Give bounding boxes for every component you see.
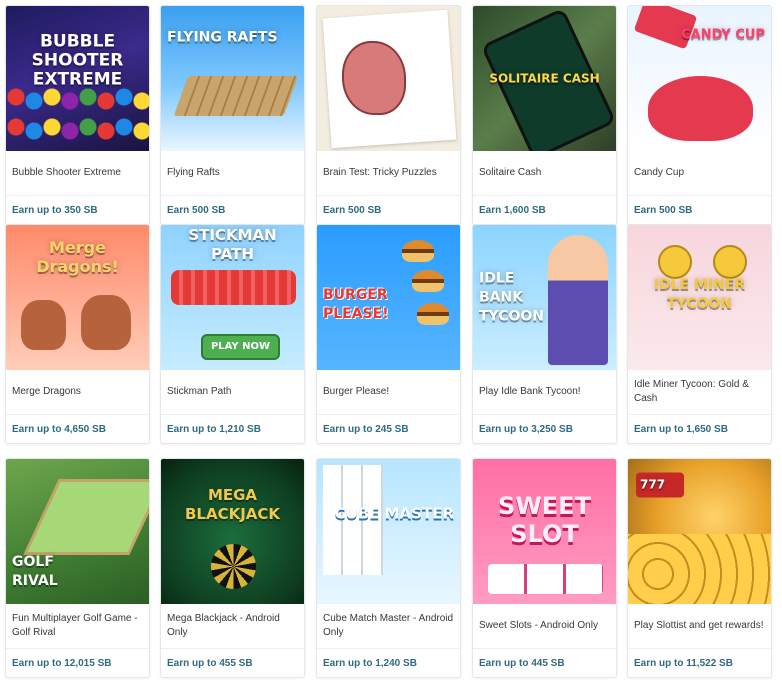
game-thumbnail[interactable]: Burger Please! bbox=[317, 225, 460, 370]
thumbnail-logo: Golf Rival bbox=[12, 554, 58, 590]
game-thumbnail[interactable] bbox=[317, 6, 460, 151]
miner-helmet-icon bbox=[658, 245, 692, 279]
thumbnail-logo: Flying Rafts bbox=[167, 29, 278, 46]
game-thumbnail[interactable]: Sweet Slot bbox=[473, 459, 616, 604]
game-title[interactable]: Burger Please! bbox=[317, 370, 460, 415]
offer-grid: Bubble Shooter Extreme Bubble Shooter Ex… bbox=[0, 0, 782, 680]
reward-label: Earn up to 11,522 SB bbox=[634, 657, 733, 669]
thumbnail-logo: Cube Master bbox=[334, 504, 454, 523]
game-thumbnail[interactable]: Merge Dragons! bbox=[6, 225, 149, 370]
game-thumbnail[interactable]: Idle Miner Tycoon bbox=[628, 225, 771, 370]
game-title[interactable]: Merge Dragons bbox=[6, 370, 149, 415]
game-title[interactable]: Candy Cup bbox=[628, 151, 771, 196]
reward-label: Earn 500 SB bbox=[323, 204, 382, 216]
game-title[interactable]: Play Slottist and get rewards! bbox=[628, 604, 771, 649]
thumbnail-logo: Mega Blackjack bbox=[184, 486, 281, 524]
game-card-cube-match-master[interactable]: Cube Master Cube Match Master - Android … bbox=[316, 458, 461, 678]
game-card-slottist[interactable]: 777 Play Slottist and get rewards! Earn … bbox=[627, 458, 772, 678]
thumbnail-logo: Stickman Path bbox=[188, 226, 277, 264]
coins-graphic bbox=[628, 534, 771, 604]
heart-graphic bbox=[648, 76, 753, 141]
game-thumbnail[interactable]: Mega Blackjack bbox=[161, 459, 304, 604]
play-now-badge: PLAY NOW bbox=[201, 334, 280, 360]
game-card-brain-test[interactable]: Brain Test: Tricky Puzzles Earn 500 SB bbox=[316, 5, 461, 225]
game-title[interactable]: Stickman Path bbox=[161, 370, 304, 415]
thumbnail-logo: Burger Please! bbox=[323, 286, 389, 322]
game-card-merge-dragons[interactable]: Merge Dragons! Merge Dragons Earn up to … bbox=[5, 224, 150, 444]
crowd-graphic bbox=[171, 270, 296, 305]
reward-label: Earn up to 4,650 SB bbox=[12, 423, 106, 435]
game-card-flying-rafts[interactable]: Flying Rafts Flying Rafts Earn 500 SB bbox=[160, 5, 305, 225]
reward-label: Earn 500 SB bbox=[167, 204, 226, 216]
reward-label: Earn up to 245 SB bbox=[323, 423, 409, 435]
game-title[interactable]: Bubble Shooter Extreme bbox=[6, 151, 149, 196]
reward-label: Earn up to 1,210 SB bbox=[167, 423, 261, 435]
dragon-graphic bbox=[81, 295, 131, 350]
slot-777-icon: 777 bbox=[636, 472, 684, 498]
game-thumbnail[interactable]: Idle Bank Tycoon bbox=[473, 225, 616, 370]
slot-reels-graphic bbox=[488, 564, 603, 594]
game-title[interactable]: Play Idle Bank Tycoon! bbox=[473, 370, 616, 415]
bubbles-graphic bbox=[6, 87, 149, 147]
game-thumbnail[interactable]: Solitaire Cash bbox=[473, 6, 616, 151]
reward-label: Earn up to 350 SB bbox=[12, 204, 98, 216]
game-card-stickman-path[interactable]: Stickman Path PLAY NOW Stickman Path Ear… bbox=[160, 224, 305, 444]
game-thumbnail[interactable]: Stickman Path PLAY NOW bbox=[161, 225, 304, 370]
game-thumbnail[interactable]: Bubble Shooter Extreme bbox=[6, 6, 149, 151]
game-title[interactable]: Idle Miner Tycoon: Gold & Cash bbox=[628, 370, 771, 415]
reward-label: Earn up to 12,015 SB bbox=[12, 657, 112, 669]
game-card-solitaire-cash[interactable]: Solitaire Cash Solitaire Cash Earn 1,600… bbox=[472, 5, 617, 225]
reward-label: Earn up to 455 SB bbox=[167, 657, 253, 669]
game-card-bubble-shooter[interactable]: Bubble Shooter Extreme Bubble Shooter Ex… bbox=[5, 5, 150, 225]
game-title[interactable]: Solitaire Cash bbox=[473, 151, 616, 196]
chip-icon bbox=[211, 544, 256, 589]
fairway-graphic bbox=[23, 479, 149, 555]
reward-label: Earn 1,600 SB bbox=[479, 204, 546, 216]
game-card-mega-blackjack[interactable]: Mega Blackjack Mega Blackjack - Android … bbox=[160, 458, 305, 678]
brain-icon bbox=[342, 41, 406, 115]
thumbnail-logo: Merge Dragons! bbox=[36, 237, 119, 276]
burger-icon bbox=[402, 240, 434, 262]
dragon-graphic bbox=[21, 300, 66, 350]
thumbnail-logo: Sweet Slot bbox=[498, 491, 591, 548]
game-title[interactable]: Sweet Slots - Android Only bbox=[473, 604, 616, 649]
game-thumbnail[interactable]: Golf Rival bbox=[6, 459, 149, 604]
game-title[interactable]: Cube Match Master - Android Only bbox=[317, 604, 460, 649]
game-thumbnail[interactable]: 777 bbox=[628, 459, 771, 604]
game-card-candy-cup[interactable]: Candy Cup Candy Cup Earn 500 SB bbox=[627, 5, 772, 225]
game-title[interactable]: Brain Test: Tricky Puzzles bbox=[317, 151, 460, 196]
reward-label: Earn up to 1,240 SB bbox=[323, 657, 417, 669]
game-title[interactable]: Mega Blackjack - Android Only bbox=[161, 604, 304, 649]
thumbnail-logo: Bubble Shooter Extreme bbox=[31, 31, 124, 90]
game-thumbnail[interactable]: Flying Rafts bbox=[161, 6, 304, 151]
miner-helmet-icon bbox=[713, 245, 747, 279]
game-card-idle-miner-tycoon[interactable]: Idle Miner Tycoon Idle Miner Tycoon: Gol… bbox=[627, 224, 772, 444]
reward-label: Earn 500 SB bbox=[634, 204, 693, 216]
game-card-idle-bank-tycoon[interactable]: Idle Bank Tycoon Play Idle Bank Tycoon! … bbox=[472, 224, 617, 444]
game-thumbnail[interactable]: Cube Master bbox=[317, 459, 460, 604]
reward-label: Earn up to 1,650 SB bbox=[634, 423, 728, 435]
raft-graphic bbox=[173, 76, 299, 116]
game-thumbnail[interactable]: Candy Cup bbox=[628, 6, 771, 151]
game-card-burger-please[interactable]: Burger Please! Burger Please! Earn up to… bbox=[316, 224, 461, 444]
game-title[interactable]: Fun Multiplayer Golf Game - Golf Rival bbox=[6, 604, 149, 649]
thumbnail-logo: Idle Bank Tycoon bbox=[479, 270, 544, 324]
reward-label: Earn up to 3,250 SB bbox=[479, 423, 573, 435]
thumbnail-logo: Candy Cup bbox=[681, 27, 765, 43]
thumbnail-logo: Idle Miner Tycoon bbox=[653, 276, 746, 312]
reward-label: Earn up to 445 SB bbox=[479, 657, 565, 669]
game-title[interactable]: Flying Rafts bbox=[161, 151, 304, 196]
game-card-golf-rival[interactable]: Golf Rival Fun Multiplayer Golf Game - G… bbox=[5, 458, 150, 678]
thumbnail-logo: Solitaire Cash bbox=[489, 71, 600, 85]
game-card-sweet-slots[interactable]: Sweet Slot Sweet Slots - Android Only Ea… bbox=[472, 458, 617, 678]
